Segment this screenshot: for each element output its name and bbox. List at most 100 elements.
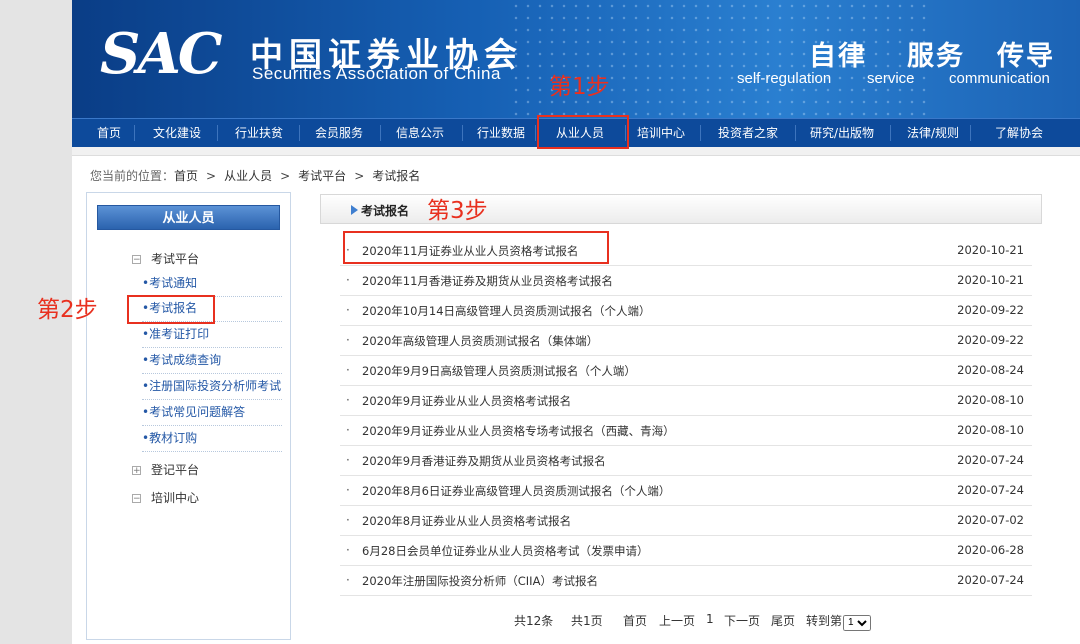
bullet-icon: · — [346, 273, 350, 287]
sidebar-item-exam-faq[interactable]: •考试常见问题解答 — [142, 400, 282, 426]
sidebar-group-label: 培训中心 — [151, 491, 200, 505]
nav-info-disclosure[interactable]: 信息公示 — [383, 119, 457, 147]
list-item[interactable]: · 2020年9月证券业从业人员资格专场考试报名（西藏、青海） 2020-08-10 — [340, 415, 1032, 446]
nav-industry-data[interactable]: 行业数据 — [464, 119, 538, 147]
sidebar-group-training[interactable]: − 培训中心 — [132, 489, 199, 506]
page-select[interactable]: 1 — [843, 614, 872, 631]
nav-poverty-relief[interactable]: 行业扶贫 — [222, 119, 296, 147]
nav-culture[interactable]: 文化建设 — [140, 119, 214, 147]
breadcrumb-separator: > — [206, 169, 217, 183]
nav-divider — [890, 125, 891, 141]
nav-divider — [380, 125, 381, 141]
triangle-right-icon — [351, 205, 358, 215]
list-item-title[interactable]: 2020年10月14日高级管理人员资质测试报名（个人端） — [362, 303, 651, 319]
list-item[interactable]: · 2020年高级管理人员资质测试报名（集体端） 2020-09-22 — [340, 325, 1032, 356]
sidebar-item-score-query[interactable]: •考试成绩查询 — [142, 348, 282, 374]
list-item-title[interactable]: 2020年注册国际投资分析师（CIIA）考试报名 — [362, 573, 598, 589]
slogan-cn-3: 传导 — [997, 41, 1055, 72]
nav-divider — [299, 125, 300, 141]
list-item-date: 2020-08-10 — [957, 393, 1024, 407]
list-item-title[interactable]: 2020年9月9日高级管理人员资质测试报名（个人端） — [362, 363, 636, 379]
sidebar-item-ciia-exam[interactable]: •注册国际投资分析师考试 — [142, 374, 282, 400]
list-item-date: 2020-07-02 — [957, 513, 1024, 527]
breadcrumb-home[interactable]: 首页 — [174, 169, 198, 183]
list-item-title[interactable]: 2020年9月香港证券及期货从业员资格考试报名 — [362, 453, 606, 469]
list-item-date: 2020-10-21 — [957, 243, 1024, 257]
breadcrumb-separator: > — [354, 169, 365, 183]
step1-annotation: 第1步 — [549, 74, 610, 100]
list-item[interactable]: · 2020年9月证券业从业人员资格考试报名 2020-08-10 — [340, 385, 1032, 416]
list-item[interactable]: · 2020年11月香港证券及期货从业员资格考试报名 2020-10-21 — [340, 265, 1032, 296]
slogan-en-3: communication — [949, 70, 1050, 87]
list-item-title[interactable]: 2020年高级管理人员资质测试报名（集体端） — [362, 333, 598, 349]
sidebar-item-exam-notice[interactable]: •考试通知 — [142, 271, 282, 297]
nav-laws-rules[interactable]: 法律/规则 — [896, 119, 970, 147]
sac-logo[interactable]: SAC — [100, 26, 222, 82]
nav-training-center[interactable]: 培训中心 — [624, 119, 698, 147]
list-item-title[interactable]: 2020年8月证券业从业人员资格考试报名 — [362, 513, 571, 529]
nav-home[interactable]: 首页 — [84, 119, 134, 147]
list-item-date: 2020-07-24 — [957, 573, 1024, 587]
list-item-date: 2020-10-21 — [957, 273, 1024, 287]
collapse-icon[interactable]: − — [132, 494, 141, 504]
collapse-icon[interactable]: − — [132, 255, 141, 265]
list-item-title[interactable]: 6月28日会员单位证券业从业人员资格考试（发票申请） — [362, 543, 648, 559]
pager-current-page: 1 — [706, 612, 714, 626]
breadcrumb-prefix: 您当前的位置： — [90, 169, 175, 183]
list-item-title[interactable]: 2020年11月香港证券及期货从业员资格考试报名 — [362, 273, 613, 289]
bullet-icon: · — [346, 363, 350, 377]
list-item-title[interactable]: 2020年9月证券业从业人员资格考试报名 — [362, 393, 571, 409]
list-item[interactable]: · 2020年8月6日证券业高级管理人员资质测试报名（个人端） 2020-07-24 — [340, 475, 1032, 506]
bullet-icon: · — [346, 483, 350, 497]
list-item[interactable]: · 2020年9月香港证券及期货从业员资格考试报名 2020-07-24 — [340, 445, 1032, 476]
sidebar: 从业人员 − 考试平台 •考试通知 •考试报名 •准考证打印 •考试成绩查询 •注… — [86, 192, 291, 640]
nav-member-services[interactable]: 会员服务 — [302, 119, 376, 147]
bullet-icon: · — [346, 333, 350, 347]
pager-last-link[interactable]: 尾页 — [771, 612, 795, 629]
list-item[interactable]: · 2020年8月证券业从业人员资格考试报名 2020-07-02 — [340, 505, 1032, 536]
slogan-en-2: service — [867, 70, 915, 87]
sidebar-group-registration[interactable]: + 登记平台 — [132, 461, 199, 478]
sidebar-group-label: 登记平台 — [151, 463, 200, 477]
bullet-icon: · — [346, 573, 350, 587]
sidebar-item-admission-ticket[interactable]: •准考证打印 — [142, 322, 282, 348]
list-item[interactable]: · 2020年注册国际投资分析师（CIIA）考试报名 2020-07-24 — [340, 565, 1032, 596]
list-item[interactable]: · 6月28日会员单位证券业从业人员资格考试（发票申请） 2020-06-28 — [340, 535, 1032, 566]
page: SAC 中国证券业协会 Securities Association of Ch… — [72, 0, 1080, 644]
breadcrumb-practitioners[interactable]: 从业人员 — [224, 169, 272, 183]
pager-next-link[interactable]: 下一页 — [724, 612, 760, 629]
step1-highlight-box — [537, 115, 629, 149]
list-item-date: 2020-07-24 — [957, 453, 1024, 467]
pager-total-count: 共12条 — [514, 614, 554, 628]
sidebar-group-label: 考试平台 — [151, 252, 200, 266]
nav-divider — [134, 125, 135, 141]
list-item-date: 2020-09-22 — [957, 333, 1024, 347]
slogan-en-1: self-regulation — [737, 70, 832, 87]
pager-goto: 转到第 1 — [806, 612, 872, 631]
bullet-icon: · — [346, 513, 350, 527]
pager-total-pages: 共1页 — [571, 614, 603, 628]
list-item-date: 2020-06-28 — [957, 543, 1024, 557]
list-item-date: 2020-07-24 — [957, 483, 1024, 497]
list-item-title[interactable]: 2020年9月证券业从业人员资格专场考试报名（西藏、青海） — [362, 423, 675, 439]
list-item-date: 2020-08-24 — [957, 363, 1024, 377]
bullet-icon: · — [346, 453, 350, 467]
sidebar-item-textbook-order[interactable]: •教材订购 — [142, 426, 282, 452]
breadcrumb: 您当前的位置：首页 > 从业人员 > 考试平台 > 考试报名 — [90, 167, 420, 184]
nav-research-publications[interactable]: 研究/出版物 — [800, 119, 884, 147]
bullet-icon: · — [346, 423, 350, 437]
step2-annotation: 第2步 — [37, 297, 98, 323]
step3-annotation: 第3步 — [427, 198, 488, 224]
pager-first-link[interactable]: 首页 — [623, 612, 647, 629]
nav-investors-home[interactable]: 投资者之家 — [706, 119, 790, 147]
list-item[interactable]: · 2020年10月14日高级管理人员资质测试报名（个人端） 2020-09-22 — [340, 295, 1032, 326]
slogan-cn-2: 服务 — [907, 41, 965, 72]
pager-prev-link[interactable]: 上一页 — [659, 612, 695, 629]
nav-about[interactable]: 了解协会 — [982, 119, 1056, 147]
list-item-title[interactable]: 2020年8月6日证券业高级管理人员资质测试报名（个人端） — [362, 483, 670, 499]
bullet-icon: · — [346, 543, 350, 557]
list-item[interactable]: · 2020年9月9日高级管理人员资质测试报名（个人端） 2020-08-24 — [340, 355, 1032, 386]
expand-icon[interactable]: + — [132, 466, 141, 476]
breadcrumb-exam-platform[interactable]: 考试平台 — [298, 169, 346, 183]
sidebar-group-exam-platform[interactable]: − 考试平台 — [132, 250, 199, 267]
